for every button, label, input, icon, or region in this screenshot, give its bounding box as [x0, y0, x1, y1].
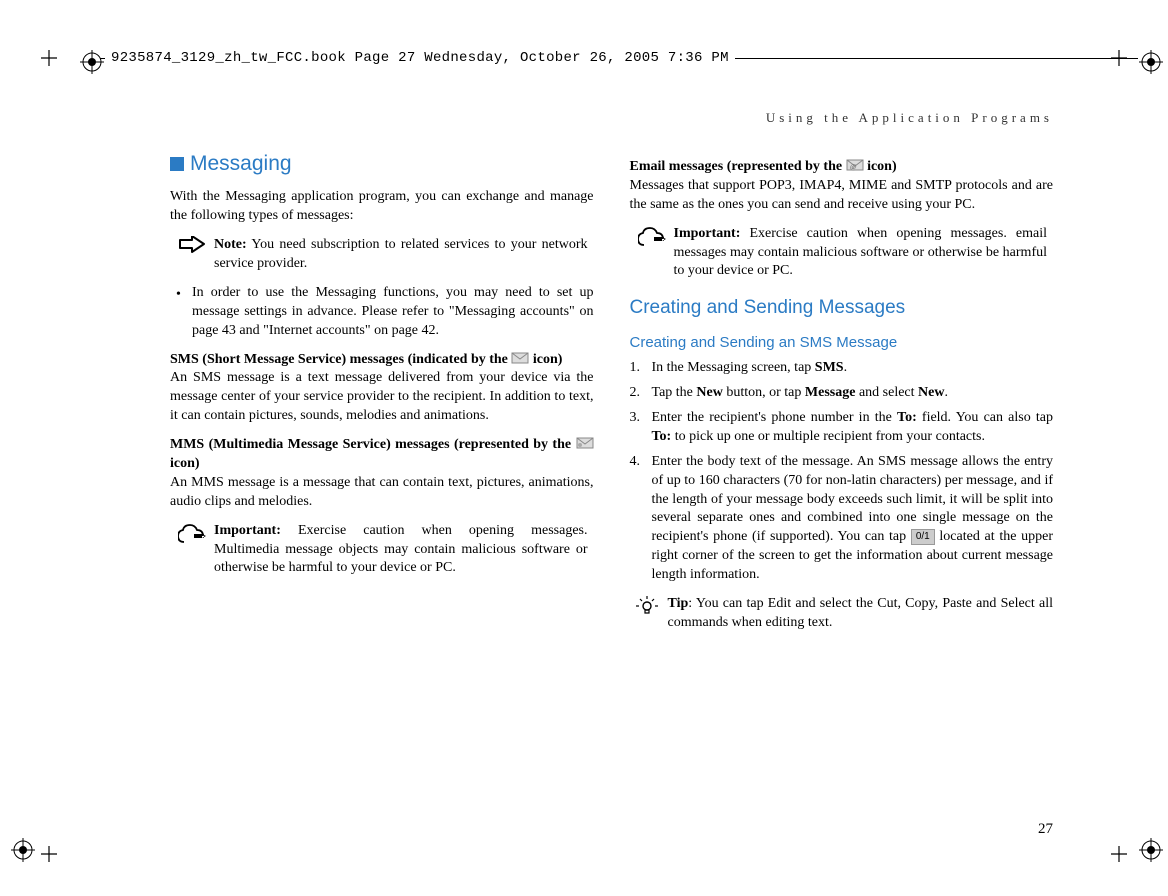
mms-heading: MMS (Multimedia Message Service) message… — [170, 436, 594, 474]
registration-mark-top-right — [1139, 50, 1163, 74]
left-column: Messaging With the Messaging application… — [170, 150, 594, 633]
email-envelope-icon: @ — [846, 159, 864, 171]
step-3: 3. Enter the recipient's phone number in… — [630, 409, 1054, 447]
page-number: 27 — [1038, 821, 1053, 838]
step-1: 1. In the Messaging screen, tap SMS. — [630, 359, 1054, 378]
registration-mark-bottom-right — [1139, 838, 1163, 862]
length-badge-icon: 0/1 — [911, 529, 935, 545]
mms-body: An MMS message is a message that can con… — [170, 474, 594, 512]
bullet-dot: • — [176, 284, 182, 341]
registration-mark-bottom-left — [11, 838, 35, 862]
bullet-text: In order to use the Messaging functions,… — [192, 284, 594, 341]
step-2: 2. Tap the New button, or tap Message an… — [630, 384, 1054, 403]
framemaker-header: 9235874_3129_zh_tw_FCC.book Page 27 Wedn… — [100, 46, 1138, 70]
crop-mark-bottom-left — [41, 846, 57, 862]
sms-heading: SMS (Short Message Service) messages (in… — [170, 351, 594, 370]
important-icon — [638, 225, 666, 249]
sms-body: An SMS message is a text message deliver… — [170, 369, 594, 426]
step-4: 4. Enter the body text of the message. A… — [630, 453, 1054, 585]
svg-text:@: @ — [850, 163, 857, 171]
sms-envelope-icon — [511, 352, 529, 364]
intro-text: With the Messaging application program, … — [170, 188, 594, 226]
h2-creating-sending: Creating and Sending Messages — [630, 295, 1054, 321]
running-head: Using the Application Programs — [170, 110, 1053, 126]
email-body: Messages that support POP3, IMAP4, MIME … — [630, 177, 1054, 215]
important-text-right: Important: Exercise caution when opening… — [674, 225, 1048, 282]
section-square-icon — [170, 157, 184, 171]
note-block: Note: You need subscription to related s… — [178, 236, 594, 274]
bullet-item: • In order to use the Messaging function… — [176, 284, 594, 341]
header-text: 9235874_3129_zh_tw_FCC.book Page 27 Wedn… — [105, 50, 735, 66]
important-text-left: Important: Exercise caution when opening… — [214, 522, 588, 579]
h3-sms: Creating and Sending an SMS Message — [630, 333, 1054, 353]
note-text: Note: You need subscription to related s… — [214, 236, 588, 274]
lightbulb-icon — [636, 595, 660, 633]
important-block-left: Important: Exercise caution when opening… — [178, 522, 594, 579]
tip-block: Tip: You can tap Edit and select the Cut… — [636, 595, 1054, 633]
email-heading: Email messages (represented by the @ ico… — [630, 158, 1054, 177]
important-icon — [178, 522, 206, 546]
crop-mark-top-left — [41, 50, 57, 66]
note-icon — [178, 236, 206, 260]
tip-text: Tip: You can tap Edit and select the Cut… — [668, 595, 1054, 633]
mms-envelope-icon — [576, 437, 594, 449]
right-column: Email messages (represented by the @ ico… — [630, 150, 1054, 633]
important-block-right: Important: Exercise caution when opening… — [638, 225, 1054, 282]
crop-mark-bottom-right — [1111, 846, 1127, 862]
page-content: Using the Application Programs Messaging… — [170, 110, 1053, 826]
section-title-messaging: Messaging — [170, 150, 594, 178]
section-title-text: Messaging — [190, 150, 292, 178]
